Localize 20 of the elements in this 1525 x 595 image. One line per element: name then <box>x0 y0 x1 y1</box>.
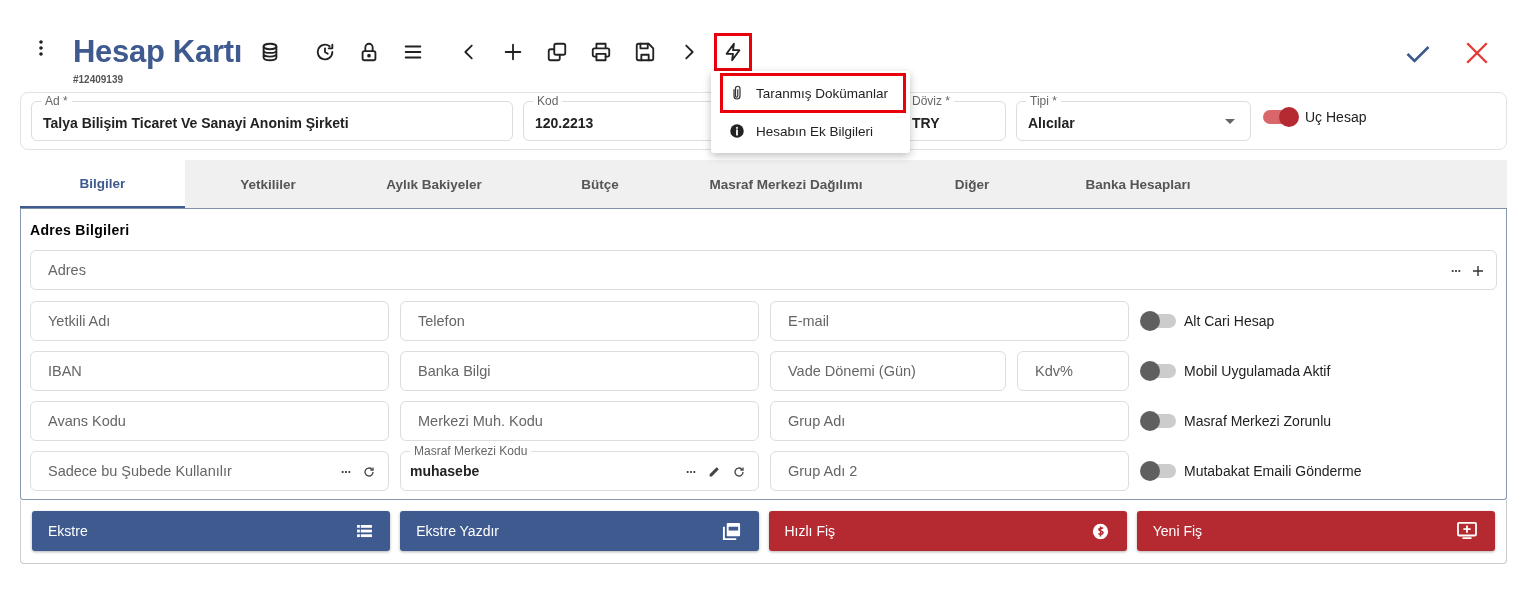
field-value: muhasebe <box>409 463 480 481</box>
menu-item-label: Hesabın Ek Bilgileri <box>756 123 874 139</box>
page-title: Hesap Kartı <box>73 33 243 71</box>
field-label: Masraf Merkezi Kodu <box>410 444 532 458</box>
field-label: Tipi * <box>1026 94 1061 108</box>
toggle-label: Alt Cari Hesap <box>1184 313 1275 329</box>
toggle-label: Masraf Merkezi Zorunlu <box>1184 413 1332 429</box>
menu-item-label: Taranmış Dokümanlar <box>756 85 889 101</box>
toggle-label: Mobil Uygulamada Aktif <box>1184 363 1331 379</box>
section-title: Adres Bilgileri <box>30 222 131 238</box>
field-value: TRY <box>912 115 940 131</box>
field-value: Alıcılar <box>1028 115 1075 131</box>
field-value: 120.2213 <box>535 115 594 131</box>
toggle-label: Mutabakat Emaili Gönderme <box>1184 463 1362 479</box>
record-number: #12409139 <box>73 74 125 85</box>
field-label: Kod <box>533 94 563 108</box>
field-label: Ad * <box>41 94 72 108</box>
field-value: Talya Bilişim Ticaret Ve Sanayi Anonim Şirketi <box>43 115 349 131</box>
field-label: Döviz * <box>908 94 954 108</box>
toggle-label: Uç Hesap <box>1305 109 1367 125</box>
